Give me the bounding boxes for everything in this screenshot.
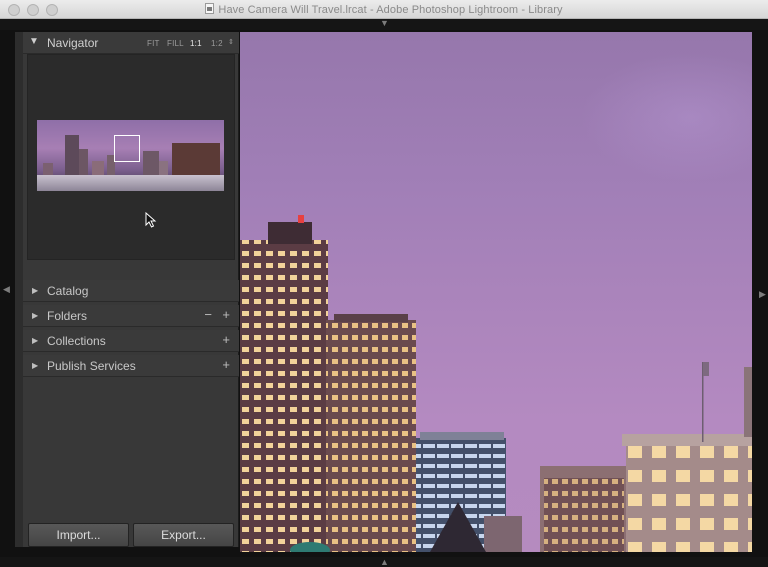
catalog-panel-header[interactable]: ▶ Catalog [23, 280, 239, 302]
chevron-down-icon[interactable]: ▼ [380, 19, 389, 28]
import-button[interactable]: Import... [28, 523, 129, 547]
triangle-right-icon: ▶ [32, 361, 39, 370]
arrow-cursor-icon [145, 212, 157, 228]
window-titlebar: Have Camera Will Travel.lrcat - Adobe Ph… [0, 0, 768, 19]
add-publish-service-button[interactable]: + [222, 357, 230, 372]
triangle-right-icon: ▶ [32, 311, 39, 320]
main-photo-view[interactable] [240, 32, 752, 552]
remove-folder-button[interactable]: − [204, 307, 212, 322]
navigator-title: Navigator [47, 36, 99, 50]
zoom-fit-option[interactable]: FIT [147, 39, 160, 48]
right-panel-toggle-strip[interactable]: ▶ [753, 32, 768, 552]
add-folder-button[interactable]: + [222, 307, 230, 322]
add-collection-button[interactable]: + [222, 332, 230, 347]
left-panel-grip[interactable] [15, 32, 23, 547]
top-panel-toggle-strip[interactable]: ▼ [0, 19, 768, 30]
zoom-1-1-option[interactable]: 1:1 [190, 39, 202, 48]
right-panel-toggle-icon[interactable]: ▶ [759, 290, 766, 299]
left-panel-toggle-icon[interactable]: ◀ [3, 285, 10, 294]
triangle-down-icon: ▼ [29, 36, 39, 47]
navigator-zoom-rectangle[interactable] [114, 135, 140, 162]
document-icon [205, 3, 215, 14]
collections-label: Collections [47, 334, 106, 348]
thumbnail-ground [37, 175, 224, 191]
left-panel: ▼ Navigator FIT FILL 1:1 1:2 ⇕ ▶ Catalog… [15, 32, 239, 547]
lightroom-window: ▼ ◀ ▶ ▲ ▼ Navigator FIT FILL 1:1 1:2 ⇕ ▶… [0, 19, 768, 567]
zoom-dropdown-icon[interactable]: ⇕ [228, 38, 234, 46]
zoom-1-2-option[interactable]: 1:2 [211, 39, 223, 48]
collections-panel-header[interactable]: ▶ Collections + [23, 330, 239, 352]
publish-services-label: Publish Services [47, 359, 136, 373]
export-button[interactable]: Export... [133, 523, 234, 547]
navigator-preview[interactable] [27, 54, 235, 260]
chevron-up-icon[interactable]: ▲ [380, 558, 389, 567]
triangle-right-icon: ▶ [32, 286, 39, 295]
navigator-thumbnail[interactable] [37, 120, 224, 191]
bottom-panel-toggle-strip[interactable]: ▲ [0, 557, 768, 567]
catalog-label: Catalog [47, 284, 89, 298]
folders-label: Folders [47, 309, 88, 323]
zoom-fill-option[interactable]: FILL [167, 39, 184, 48]
publish-services-panel-header[interactable]: ▶ Publish Services + [23, 355, 239, 377]
window-title: Have Camera Will Travel.lrcat - Adobe Ph… [0, 3, 768, 16]
folders-panel-header[interactable]: ▶ Folders − + [23, 305, 239, 327]
window-title-text: Have Camera Will Travel.lrcat - Adobe Ph… [218, 4, 563, 16]
navigator-header[interactable]: ▼ Navigator FIT FILL 1:1 1:2 ⇕ [23, 32, 239, 54]
city-skyline-image [240, 215, 752, 552]
triangle-right-icon: ▶ [32, 336, 39, 345]
